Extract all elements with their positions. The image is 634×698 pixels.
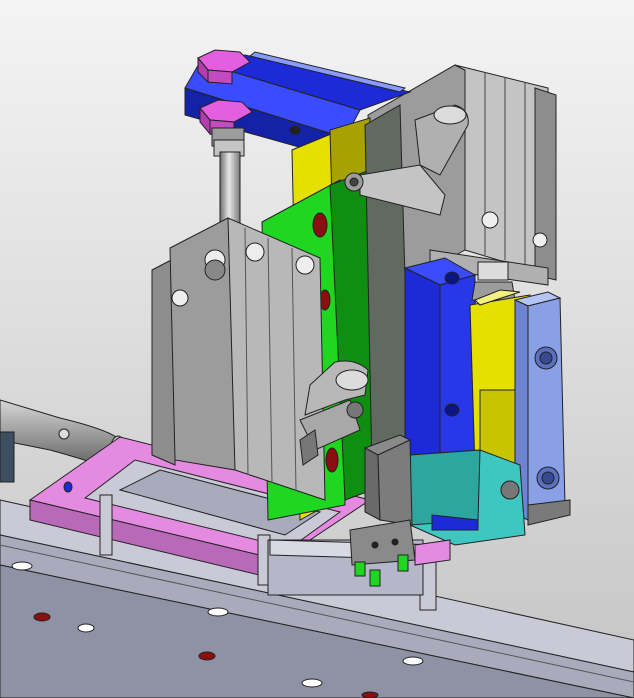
- teal-bracket: [409, 449, 526, 546]
- rail-hole: [11, 561, 33, 571]
- rail-hole-red: [361, 691, 379, 698]
- left-cylinder-body: [151, 217, 326, 501]
- rail-hole: [207, 607, 229, 617]
- rail-hole-red: [198, 651, 216, 661]
- rail-hole-red: [33, 612, 51, 622]
- rail-hole: [77, 623, 95, 633]
- rail-hole: [402, 656, 424, 666]
- rail-hole: [301, 678, 323, 688]
- cad-viewport[interactable]: [0, 0, 634, 698]
- cad-model-view: [0, 0, 634, 698]
